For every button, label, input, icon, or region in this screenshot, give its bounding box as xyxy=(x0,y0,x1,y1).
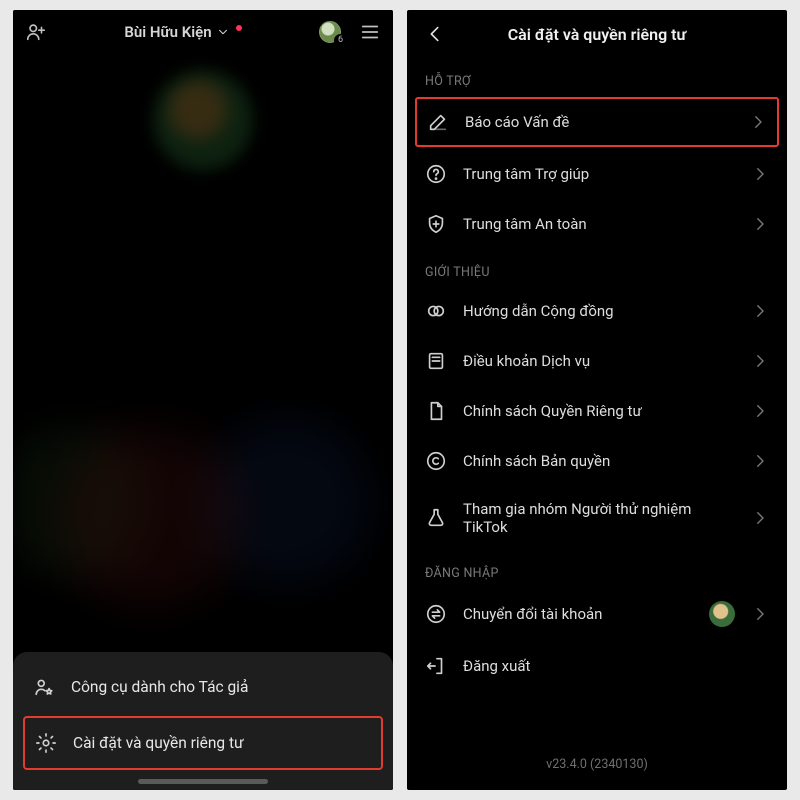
back-button[interactable] xyxy=(415,10,455,58)
shield-plus-icon xyxy=(425,213,447,235)
profile-top-bar: Bùi Hữu Kiện 6 xyxy=(13,10,393,54)
row-community-guidelines[interactable]: Hướng dẫn Cộng đồng xyxy=(407,286,787,336)
settings-title: Cài đặt và quyền riêng tư xyxy=(508,25,687,44)
overlap-circles-icon xyxy=(425,300,447,322)
chevron-down-icon xyxy=(216,25,230,39)
chevron-right-icon xyxy=(751,352,769,370)
chevron-right-icon xyxy=(751,165,769,183)
add-friend-icon[interactable] xyxy=(25,21,47,43)
row-report-problem[interactable]: Báo cáo Vấn đề xyxy=(415,97,779,147)
sheet-item-label: Công cụ dành cho Tác giả xyxy=(71,678,248,696)
profile-name-dropdown[interactable]: Bùi Hữu Kiện xyxy=(124,23,241,41)
chevron-right-icon xyxy=(751,302,769,320)
chevron-right-icon xyxy=(749,113,767,131)
row-label: Hướng dẫn Cộng đồng xyxy=(463,302,735,320)
profile-display-name: Bùi Hữu Kiện xyxy=(124,23,211,41)
row-label: Chính sách Bản quyền xyxy=(463,452,735,470)
row-label: Báo cáo Vấn đề xyxy=(465,113,733,131)
chevron-right-icon xyxy=(751,452,769,470)
chevron-right-icon xyxy=(751,215,769,233)
chevron-right-icon xyxy=(751,605,769,623)
settings-header: Cài đặt và quyền riêng tư xyxy=(407,10,787,58)
row-log-out[interactable]: Đăng xuất xyxy=(407,641,787,691)
sheet-item-label: Cài đặt và quyền riêng tư xyxy=(73,734,244,752)
flask-icon xyxy=(425,507,447,529)
document-icon xyxy=(425,400,447,422)
home-indicator[interactable] xyxy=(138,779,268,784)
gear-icon xyxy=(35,732,57,754)
question-circle-icon xyxy=(425,163,447,185)
coin-badge-count: 6 xyxy=(334,34,347,47)
book-icon xyxy=(425,350,447,372)
person-star-icon xyxy=(33,676,55,698)
chevron-left-icon xyxy=(424,23,446,45)
swap-icon xyxy=(425,603,447,625)
logout-icon xyxy=(425,655,447,677)
hamburger-menu-icon[interactable] xyxy=(359,21,381,43)
app-version-text: v23.4.0 (2340130) xyxy=(407,757,787,772)
section-login-title: ĐĂNG NHẬP xyxy=(407,550,787,587)
pencil-icon xyxy=(427,111,449,133)
row-safety-center[interactable]: Trung tâm An toàn xyxy=(407,199,787,249)
settings-privacy-screen: Cài đặt và quyền riêng tư HỖ TRỢ Báo cáo… xyxy=(407,10,787,790)
chevron-right-icon xyxy=(751,509,769,527)
profile-screen-with-sheet: Bùi Hữu Kiện 6 Công cụ dành cho Tác giả xyxy=(13,10,393,790)
row-copyright-policy[interactable]: Chính sách Bản quyền xyxy=(407,436,787,486)
row-label: Trung tâm An toàn xyxy=(463,215,735,233)
row-label: Chuyển đổi tài khoản xyxy=(463,605,693,623)
row-label: Tham gia nhóm Người thử nghiệm TikTok xyxy=(463,500,735,536)
section-about-title: GIỚI THIỆU xyxy=(407,249,787,286)
row-terms-of-service[interactable]: Điều khoản Dịch vụ xyxy=(407,336,787,386)
row-label: Đăng xuất xyxy=(463,657,769,675)
copyright-icon xyxy=(425,450,447,472)
coin-balance-button[interactable]: 6 xyxy=(319,21,341,43)
row-label: Điều khoản Dịch vụ xyxy=(463,352,735,370)
account-avatar-thumb xyxy=(709,601,735,627)
notification-dot xyxy=(236,25,242,31)
sheet-item-settings-privacy[interactable]: Cài đặt và quyền riêng tư xyxy=(23,716,383,770)
row-label: Chính sách Quyền Riêng tư xyxy=(463,402,735,420)
section-support-title: HỖ TRỢ xyxy=(407,58,787,95)
row-privacy-policy[interactable]: Chính sách Quyền Riêng tư xyxy=(407,386,787,436)
row-join-beta[interactable]: Tham gia nhóm Người thử nghiệm TikTok xyxy=(407,486,787,550)
sheet-item-creator-tools[interactable]: Công cụ dành cho Tác giả xyxy=(13,660,393,714)
row-switch-account[interactable]: Chuyển đổi tài khoản xyxy=(407,587,787,641)
row-label: Trung tâm Trợ giúp xyxy=(463,165,735,183)
chevron-right-icon xyxy=(751,402,769,420)
row-help-center[interactable]: Trung tâm Trợ giúp xyxy=(407,149,787,199)
profile-options-sheet: Công cụ dành cho Tác giả Cài đặt và quyề… xyxy=(13,652,393,790)
